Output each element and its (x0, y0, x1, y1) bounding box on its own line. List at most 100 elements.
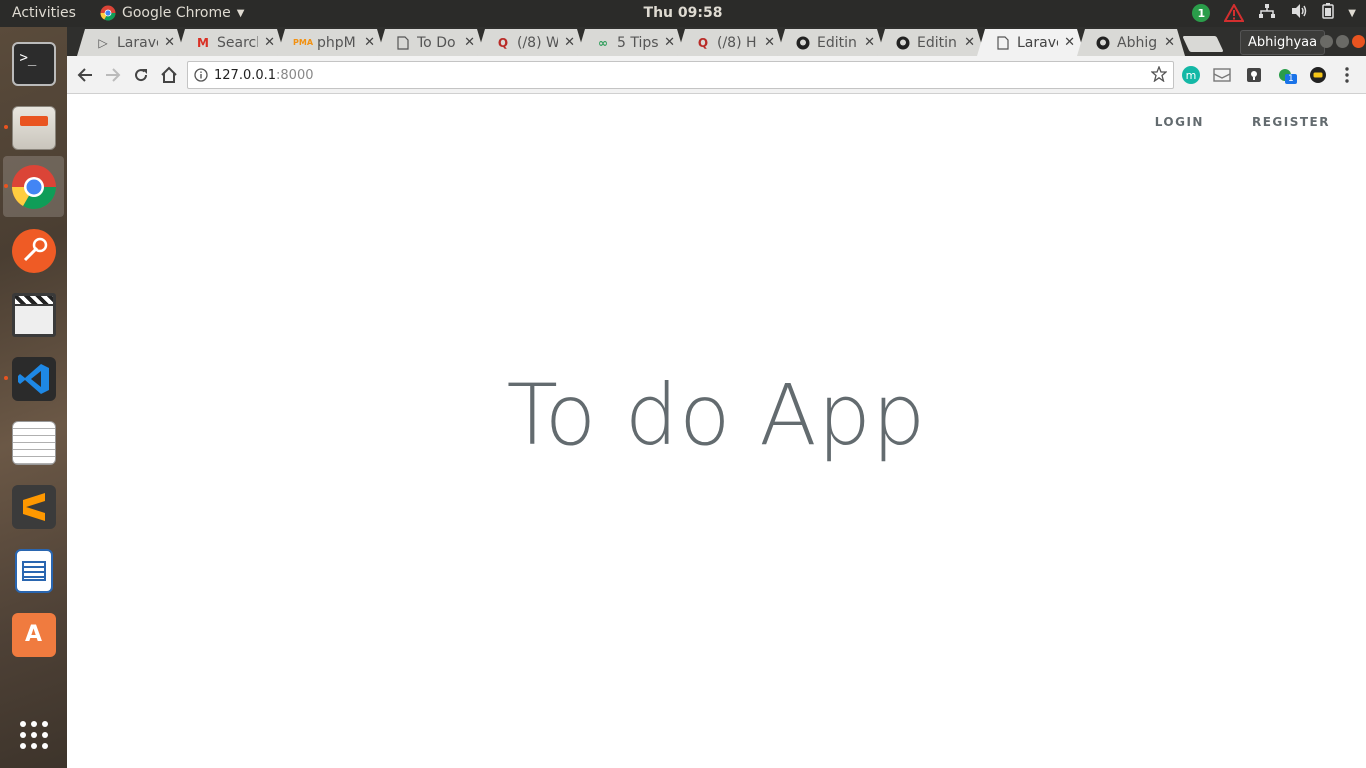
warning-icon[interactable] (1224, 4, 1245, 22)
sublime-text-icon (11, 484, 56, 529)
chrome-icon (11, 164, 56, 209)
dock-item-files[interactable] (3, 97, 64, 158)
quora-icon: Q (497, 35, 509, 50)
close-icon[interactable]: ✕ (1064, 35, 1075, 50)
top-right-nav: LOGIN REGISTER (1155, 115, 1330, 129)
tab[interactable]: Q (/8) H ✕ (677, 29, 785, 56)
network-icon[interactable] (1258, 3, 1276, 23)
page-title: To do App (506, 366, 927, 464)
maximize-button[interactable] (1336, 35, 1349, 48)
extension-m-icon[interactable]: m (1181, 65, 1201, 85)
tab[interactable]: To Do ✕ (377, 29, 485, 56)
dock-item-text-editor[interactable] (3, 412, 64, 473)
dock-item-video-editor[interactable] (3, 284, 64, 345)
tab-title: 5 Tips (617, 34, 659, 51)
dock-item-software-center[interactable]: A (3, 604, 64, 665)
close-icon[interactable]: ✕ (164, 35, 175, 50)
login-link[interactable]: LOGIN (1155, 115, 1204, 129)
close-icon[interactable]: ✕ (964, 35, 975, 50)
tab[interactable]: ∞ 5 Tips ✕ (577, 29, 685, 56)
dock-item-vscode[interactable] (3, 348, 64, 409)
close-icon[interactable]: ✕ (564, 35, 575, 50)
reload-button[interactable] (130, 64, 152, 86)
tab-title: Editin (917, 34, 957, 51)
page-icon (395, 35, 411, 51)
notification-badge-icon[interactable]: 1 (1192, 4, 1211, 22)
extension-chat-icon[interactable] (1308, 65, 1328, 85)
extension-mail-icon[interactable] (1212, 65, 1232, 85)
shopping-bag-icon: A (11, 612, 56, 657)
volume-icon[interactable] (1290, 3, 1308, 23)
file-cabinet-icon (11, 105, 56, 150)
extension-green-dot-icon[interactable]: 1 (1275, 65, 1297, 85)
tab[interactable]: PMA phpM ✕ (277, 29, 385, 56)
browser-toolbar: 127.0.0.1:8000 m 1 (67, 56, 1366, 94)
home-button[interactable] (158, 64, 180, 86)
running-indicator (4, 125, 8, 129)
tab[interactable]: Editin ✕ (777, 29, 885, 56)
postman-icon (11, 228, 56, 273)
grid-icon (19, 720, 48, 749)
close-icon[interactable]: ✕ (764, 35, 775, 50)
menu-kebab-icon[interactable] (1337, 65, 1357, 85)
tab-active[interactable]: Larave ✕ (977, 29, 1085, 56)
tab[interactable]: Q (/8) W ✕ (477, 29, 585, 56)
profile-button[interactable]: Abhighyaa (1240, 30, 1326, 55)
dock-item-chrome[interactable] (3, 156, 64, 217)
back-button[interactable] (74, 64, 96, 86)
dock-item-postman[interactable] (3, 220, 64, 281)
tab-title: Editin (817, 34, 857, 51)
show-applications-button[interactable] (3, 704, 64, 765)
quora-icon: Q (697, 35, 709, 50)
writer-document-icon (14, 548, 53, 593)
notification-count: 1 (1197, 6, 1206, 20)
battery-icon[interactable] (1322, 3, 1335, 23)
star-icon[interactable] (1150, 65, 1168, 86)
extension-badge: 1 (1285, 74, 1297, 84)
notepad-icon (11, 420, 56, 465)
tab-title: Abhig (1117, 34, 1158, 51)
info-icon[interactable] (188, 68, 214, 82)
minimize-button[interactable] (1320, 35, 1333, 48)
terminal-icon: >_ (11, 41, 56, 86)
running-indicator (4, 184, 8, 188)
arrow-right-icon (106, 68, 121, 82)
tab-title: phpM (317, 34, 356, 51)
arrow-left-icon (77, 68, 92, 82)
url-port: :8000 (276, 67, 314, 83)
address-bar[interactable]: 127.0.0.1:8000 (187, 61, 1174, 89)
tab[interactable]: ▷ Larave ✕ (77, 29, 185, 56)
dock-item-terminal[interactable]: >_ (3, 33, 64, 94)
url-host: 127.0.0.1 (214, 67, 277, 83)
chevron-down-icon[interactable]: ▼ (1348, 8, 1356, 19)
tab[interactable]: Editin ✕ (877, 29, 985, 56)
clock[interactable]: Thu 09:58 (0, 5, 1366, 21)
link-icon: ∞ (598, 35, 608, 50)
tab[interactable]: Abhig ✕ (1077, 29, 1185, 56)
close-window-button[interactable] (1352, 35, 1365, 48)
tab-strip: ▷ Larave ✕ M Search ✕ PMA phpM ✕ To Do ✕… (67, 27, 1366, 56)
github-icon (895, 35, 911, 51)
launcher-dock: >_ A (0, 27, 67, 768)
extension-bulb-icon[interactable] (1244, 65, 1264, 85)
gmail-icon: M (197, 35, 209, 50)
close-icon[interactable]: ✕ (664, 35, 675, 50)
tab[interactable]: M Search ✕ (177, 29, 285, 56)
tab-title: Larave (117, 34, 156, 51)
dock-item-sublime-text[interactable] (3, 476, 64, 537)
close-icon[interactable]: ✕ (364, 35, 375, 50)
close-icon[interactable]: ✕ (864, 35, 875, 50)
close-icon[interactable]: ✕ (264, 35, 275, 50)
vscode-icon (11, 356, 56, 401)
close-icon[interactable]: ✕ (464, 35, 475, 50)
register-link[interactable]: REGISTER (1252, 115, 1330, 129)
dock-item-libreoffice-writer[interactable] (3, 540, 64, 601)
new-tab-button[interactable] (1182, 36, 1224, 52)
system-tray: 1 ▼ (1192, 3, 1356, 23)
tab-title: To Do (417, 34, 456, 51)
clapperboard-icon (11, 292, 56, 337)
close-icon[interactable]: ✕ (1164, 35, 1175, 50)
window-controls (1320, 35, 1365, 48)
forward-button[interactable] (102, 64, 124, 86)
github-icon (795, 35, 811, 51)
